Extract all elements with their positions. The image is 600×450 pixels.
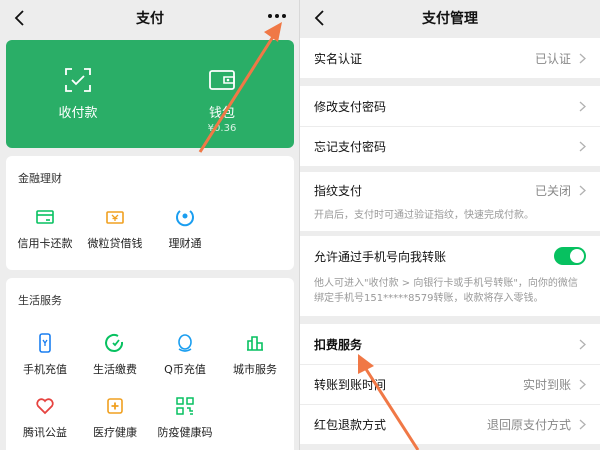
- pay-screen: 支付 收付款 钱包 ¥0.36 金融理财 信用卡还款 微粒贷借钱 理财通 生活服…: [0, 0, 300, 450]
- chevron-left-icon: [14, 10, 24, 26]
- phone-transfer-row: 允许通过手机号向我转账: [300, 236, 600, 276]
- chevron-right-icon: [579, 419, 586, 430]
- fingerprint-label: 指纹支付: [314, 183, 363, 198]
- page-title: 支付管理: [422, 11, 478, 27]
- city-icon: [247, 336, 263, 351]
- real-name-status: 已认证: [534, 51, 571, 66]
- toggle-knob: [570, 249, 584, 263]
- fingerprint-description: 开启后，支付时可通过验证指纹，快速完成付款。: [314, 210, 534, 221]
- medical-item[interactable]: 医疗健康: [80, 395, 150, 440]
- chevron-right-icon: [579, 101, 586, 111]
- wealth-item[interactable]: 理财通: [150, 206, 220, 251]
- wallet-card: 收付款 钱包 ¥0.36: [6, 40, 294, 148]
- page-title: 支付: [136, 11, 164, 27]
- loan-label: 微粒贷借钱: [87, 237, 143, 250]
- forgot-password-row[interactable]: 忘记支付密码: [300, 126, 600, 166]
- forgot-password-label: 忘记支付密码: [314, 140, 387, 154]
- credit-card-repay-label: 信用卡还款: [17, 237, 73, 250]
- password-group: 修改支付密码 忘记支付密码: [300, 86, 600, 166]
- transfer-time-label: 转账到账时间: [314, 378, 387, 392]
- loan-item[interactable]: 微粒贷借钱: [80, 206, 150, 251]
- utility-item[interactable]: 生活缴费: [80, 332, 150, 377]
- modify-password-row[interactable]: 修改支付密码: [300, 86, 600, 126]
- wallet-balance: ¥0.36: [207, 123, 237, 134]
- credit-card-repay-item[interactable]: 信用卡还款: [10, 206, 80, 251]
- wallet-label: 钱包: [208, 106, 235, 121]
- more-dots-icon: [268, 14, 272, 18]
- management-navbar: 支付管理: [300, 0, 600, 36]
- back-button[interactable]: [10, 8, 30, 28]
- phone-transfer-description: 他人可进入"收付款 > 向银行卡或手机号转账"，向你的微信绑定手机号151***…: [314, 278, 578, 304]
- charity-item[interactable]: 腾讯公益: [10, 395, 80, 440]
- finance-title: 金融理财: [18, 172, 62, 185]
- life-services-title: 生活服务: [18, 294, 62, 307]
- charity-label: 腾讯公益: [23, 426, 67, 439]
- phone-recharge-label: 手机充值: [23, 363, 67, 376]
- charity-icon: [36, 398, 54, 415]
- utility-label: 生活缴费: [93, 363, 137, 376]
- fingerprint-status: 已关闭: [534, 183, 571, 198]
- q-coin-item[interactable]: Q币充值: [150, 332, 220, 377]
- more-menu-button[interactable]: [268, 10, 286, 22]
- receive-pay-button[interactable]: 收付款: [6, 40, 150, 148]
- real-name-row[interactable]: 实名认证 已认证: [300, 38, 600, 78]
- transfer-time-value: 实时到账: [522, 378, 571, 392]
- redpacket-refund-value: 退回原支付方式: [486, 418, 571, 432]
- health-code-item[interactable]: 防疫健康码: [150, 395, 220, 440]
- loan-icon: [106, 211, 124, 224]
- redpacket-refund-label: 红包退款方式: [314, 418, 387, 432]
- chevron-left-icon: [314, 10, 324, 26]
- receive-pay-label: 收付款: [58, 106, 98, 121]
- life-services-section: 生活服务 手机充值 生活缴费 Q币充值 城市服务 腾讯公益 医疗健康 防疫健康码: [6, 278, 294, 450]
- back-button[interactable]: [310, 8, 330, 28]
- chevron-right-icon: [579, 379, 586, 390]
- pay-navbar: 支付: [0, 0, 300, 36]
- phone-transfer-toggle[interactable]: [554, 247, 586, 265]
- phone-transfer-group: 允许通过手机号向我转账 他人可进入"收付款 > 向银行卡或手机号转账"，向你的微…: [300, 236, 600, 316]
- utility-icon: [105, 333, 124, 352]
- credit-card-icon: [36, 210, 54, 224]
- redpacket-refund-row[interactable]: 红包退款方式 退回原支付方式: [300, 404, 600, 444]
- real-name-label: 实名认证: [314, 51, 363, 66]
- payment-management-screen: 支付管理 实名认证 已认证 修改支付密码 忘记支付密码 指纹支付 已关闭 开启后…: [300, 0, 600, 450]
- transfer-time-row[interactable]: 转账到账时间 实时到账: [300, 364, 600, 404]
- chevron-right-icon: [579, 339, 586, 349]
- wallet-button[interactable]: 钱包 ¥0.36: [150, 40, 294, 148]
- wallet-icon: [209, 70, 235, 90]
- city-services-label: 城市服务: [233, 363, 277, 376]
- deduction-service-label: 扣费服务: [314, 337, 363, 352]
- fingerprint-row[interactable]: 指纹支付 已关闭: [300, 172, 600, 208]
- medical-label: 医疗健康: [93, 426, 137, 439]
- qr-icon: [176, 397, 194, 415]
- phone-transfer-label: 允许通过手机号向我转账: [314, 249, 447, 264]
- phone-icon: [39, 333, 51, 353]
- real-name-group: 实名认证 已认证: [300, 38, 600, 78]
- chevron-right-icon: [579, 53, 586, 63]
- fingerprint-group: 指纹支付 已关闭 开启后，支付时可通过验证指纹，快速完成付款。: [300, 172, 600, 231]
- service-group: 扣费服务 转账到账时间 实时到账 红包退款方式 退回原支付方式: [300, 324, 600, 444]
- medical-icon: [107, 398, 123, 414]
- health-code-label: 防疫健康码: [157, 426, 213, 439]
- finance-section: 金融理财 信用卡还款 微粒贷借钱 理财通: [6, 156, 294, 270]
- wealth-icon: [176, 210, 194, 227]
- chevron-right-icon: [579, 141, 586, 152]
- scan-check-icon: [65, 68, 91, 92]
- chevron-right-icon: [579, 185, 586, 195]
- modify-password-label: 修改支付密码: [314, 99, 387, 114]
- deduction-service-row[interactable]: 扣费服务: [300, 324, 600, 364]
- q-coin-label: Q币充值: [164, 363, 206, 376]
- qq-icon: [178, 334, 192, 352]
- wealth-label: 理财通: [168, 237, 202, 250]
- phone-recharge-item[interactable]: 手机充值: [10, 332, 80, 377]
- city-services-item[interactable]: 城市服务: [220, 332, 290, 377]
